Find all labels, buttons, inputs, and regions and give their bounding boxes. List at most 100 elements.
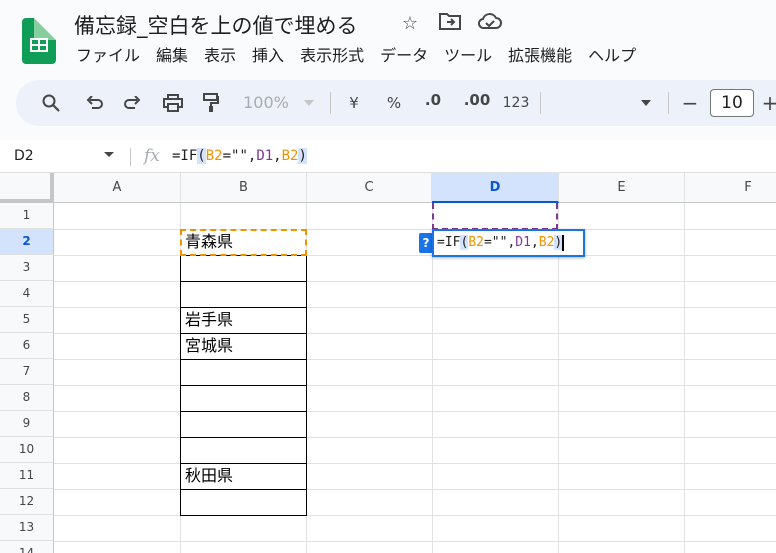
editor-ref-b2: B2 (468, 235, 484, 250)
row-header-7[interactable]: 7 (0, 359, 54, 385)
formula-input[interactable]: =IF(B2="",D1,B2) (172, 140, 307, 173)
font-size-input[interactable]: 10 (710, 89, 754, 117)
editor-ref-b2-second: B2 (538, 235, 555, 250)
search-icon[interactable] (38, 80, 64, 126)
column-header-b[interactable]: B (181, 173, 307, 203)
name-box-dropdown-icon[interactable] (104, 152, 114, 157)
menu-data[interactable]: データ (372, 44, 436, 68)
zoom-select[interactable]: 100% (238, 80, 294, 126)
menu-bar: ファイル 編集 表示 挿入 表示形式 データ ツール 拡張機能 ヘルプ (68, 44, 644, 68)
formula-func: =IF (172, 148, 198, 164)
toolbar-divider (668, 92, 669, 114)
formula-ref-d1: D1 (256, 148, 274, 164)
font-dropdown-icon[interactable] (636, 80, 656, 126)
gridline (684, 203, 685, 553)
cell-b4[interactable] (180, 281, 307, 308)
paint-format-icon[interactable] (198, 80, 224, 126)
decrease-font-size-button[interactable]: − (678, 80, 702, 126)
column-header-c[interactable]: C (307, 173, 432, 203)
row-header-11[interactable]: 11 (0, 463, 54, 489)
print-icon[interactable] (160, 80, 186, 126)
menu-extensions[interactable]: 拡張機能 (500, 44, 580, 68)
column-header-d[interactable]: D (432, 173, 559, 203)
formula-ref-b2: B2 (205, 148, 223, 164)
formula-condition: ="", (222, 148, 257, 164)
toolbar-divider (540, 92, 541, 114)
move-to-folder-icon[interactable] (438, 12, 462, 36)
gridline (54, 385, 776, 386)
column-header-e[interactable]: E (559, 173, 685, 203)
editor-func: =IF (437, 235, 461, 250)
row-header-14[interactable]: 14 (0, 541, 54, 553)
increase-decimal-label: .00 (463, 91, 491, 109)
row-header-5[interactable]: 5 (0, 307, 54, 333)
gridline (54, 541, 776, 542)
menu-tools[interactable]: ツール (436, 44, 500, 68)
sheets-logo-grid (30, 38, 48, 52)
reference-highlight-b2 (180, 229, 307, 256)
zoom-dropdown-icon[interactable] (301, 80, 317, 126)
menu-format[interactable]: 表示形式 (292, 44, 372, 68)
row-header-12[interactable]: 12 (0, 489, 54, 515)
star-icon[interactable]: ☆ (398, 12, 422, 36)
editor-comma: , (530, 235, 539, 250)
row-header-1[interactable]: 1 (0, 203, 54, 229)
row-header-6[interactable]: 6 (0, 333, 54, 359)
gridline (54, 489, 776, 490)
row-header-2[interactable]: 2 (0, 229, 54, 255)
formula-bar-divider (130, 148, 131, 166)
formula-help-button[interactable]: ? (419, 233, 433, 253)
google-sheets-logo[interactable] (22, 18, 56, 64)
gridline (54, 411, 776, 412)
currency-format-button[interactable]: ¥ (342, 80, 366, 126)
cell-b3[interactable] (180, 255, 307, 282)
increase-font-size-button[interactable]: + (758, 80, 776, 126)
row-header-13[interactable]: 13 (0, 515, 54, 541)
decrease-decimal-button[interactable]: .0 (418, 80, 448, 126)
reference-highlight-d1 (432, 203, 558, 230)
row-header-8[interactable]: 8 (0, 385, 54, 411)
spreadsheet-grid[interactable]: A B C D E F 1 2 3 4 5 6 7 8 9 10 11 12 1… (0, 173, 776, 553)
column-header-f[interactable]: F (685, 173, 776, 203)
cell-b12[interactable] (180, 489, 307, 516)
cell-b11-value: 秋田県 (185, 466, 234, 485)
menu-insert[interactable]: 挿入 (244, 44, 292, 68)
name-box[interactable]: D2 (14, 140, 34, 173)
undo-icon[interactable] (82, 80, 108, 126)
gridline (54, 463, 776, 464)
cell-b5-value: 岩手県 (185, 310, 234, 329)
formula-open-paren: ( (197, 148, 206, 164)
editor-close-paren: ) (554, 235, 563, 250)
row-header-3[interactable]: 3 (0, 255, 54, 281)
row-header-4[interactable]: 4 (0, 281, 54, 307)
gridline (54, 333, 776, 334)
menu-view[interactable]: 表示 (196, 44, 244, 68)
cloud-saved-icon[interactable] (477, 12, 502, 36)
cell-b10[interactable] (180, 437, 307, 464)
row-header-10[interactable]: 10 (0, 437, 54, 463)
document-title[interactable]: 備忘録_空白を上の値で埋める (74, 10, 358, 40)
editor-ref-d1: D1 (515, 235, 531, 250)
column-header-a[interactable]: A (54, 173, 181, 203)
decrease-decimal-label: .0 (424, 91, 442, 109)
row-header-9[interactable]: 9 (0, 411, 54, 437)
gridline (54, 255, 776, 256)
menu-help[interactable]: ヘルプ (580, 44, 644, 68)
gridline (54, 515, 776, 516)
cell-d2-editor[interactable]: =IF(B2="",D1,B2) (432, 229, 585, 257)
formula-bar: D2 fx =IF(B2="",D1,B2) (0, 140, 776, 173)
gridline (54, 307, 776, 308)
percent-format-button[interactable]: % (382, 80, 406, 126)
menu-file[interactable]: ファイル (68, 44, 148, 68)
select-all-corner[interactable] (0, 173, 54, 203)
cell-b7[interactable] (180, 359, 307, 386)
sheets-logo-fold (34, 18, 56, 40)
cell-b9[interactable] (180, 411, 307, 438)
cell-b8[interactable] (180, 385, 307, 412)
text-cursor (562, 234, 565, 251)
menu-edit[interactable]: 編集 (148, 44, 196, 68)
redo-icon[interactable] (119, 80, 145, 126)
cell-b6-value: 宮城県 (185, 336, 234, 355)
increase-decimal-button[interactable]: .00 (460, 80, 494, 126)
number-format-button[interactable]: 123 (500, 80, 532, 126)
